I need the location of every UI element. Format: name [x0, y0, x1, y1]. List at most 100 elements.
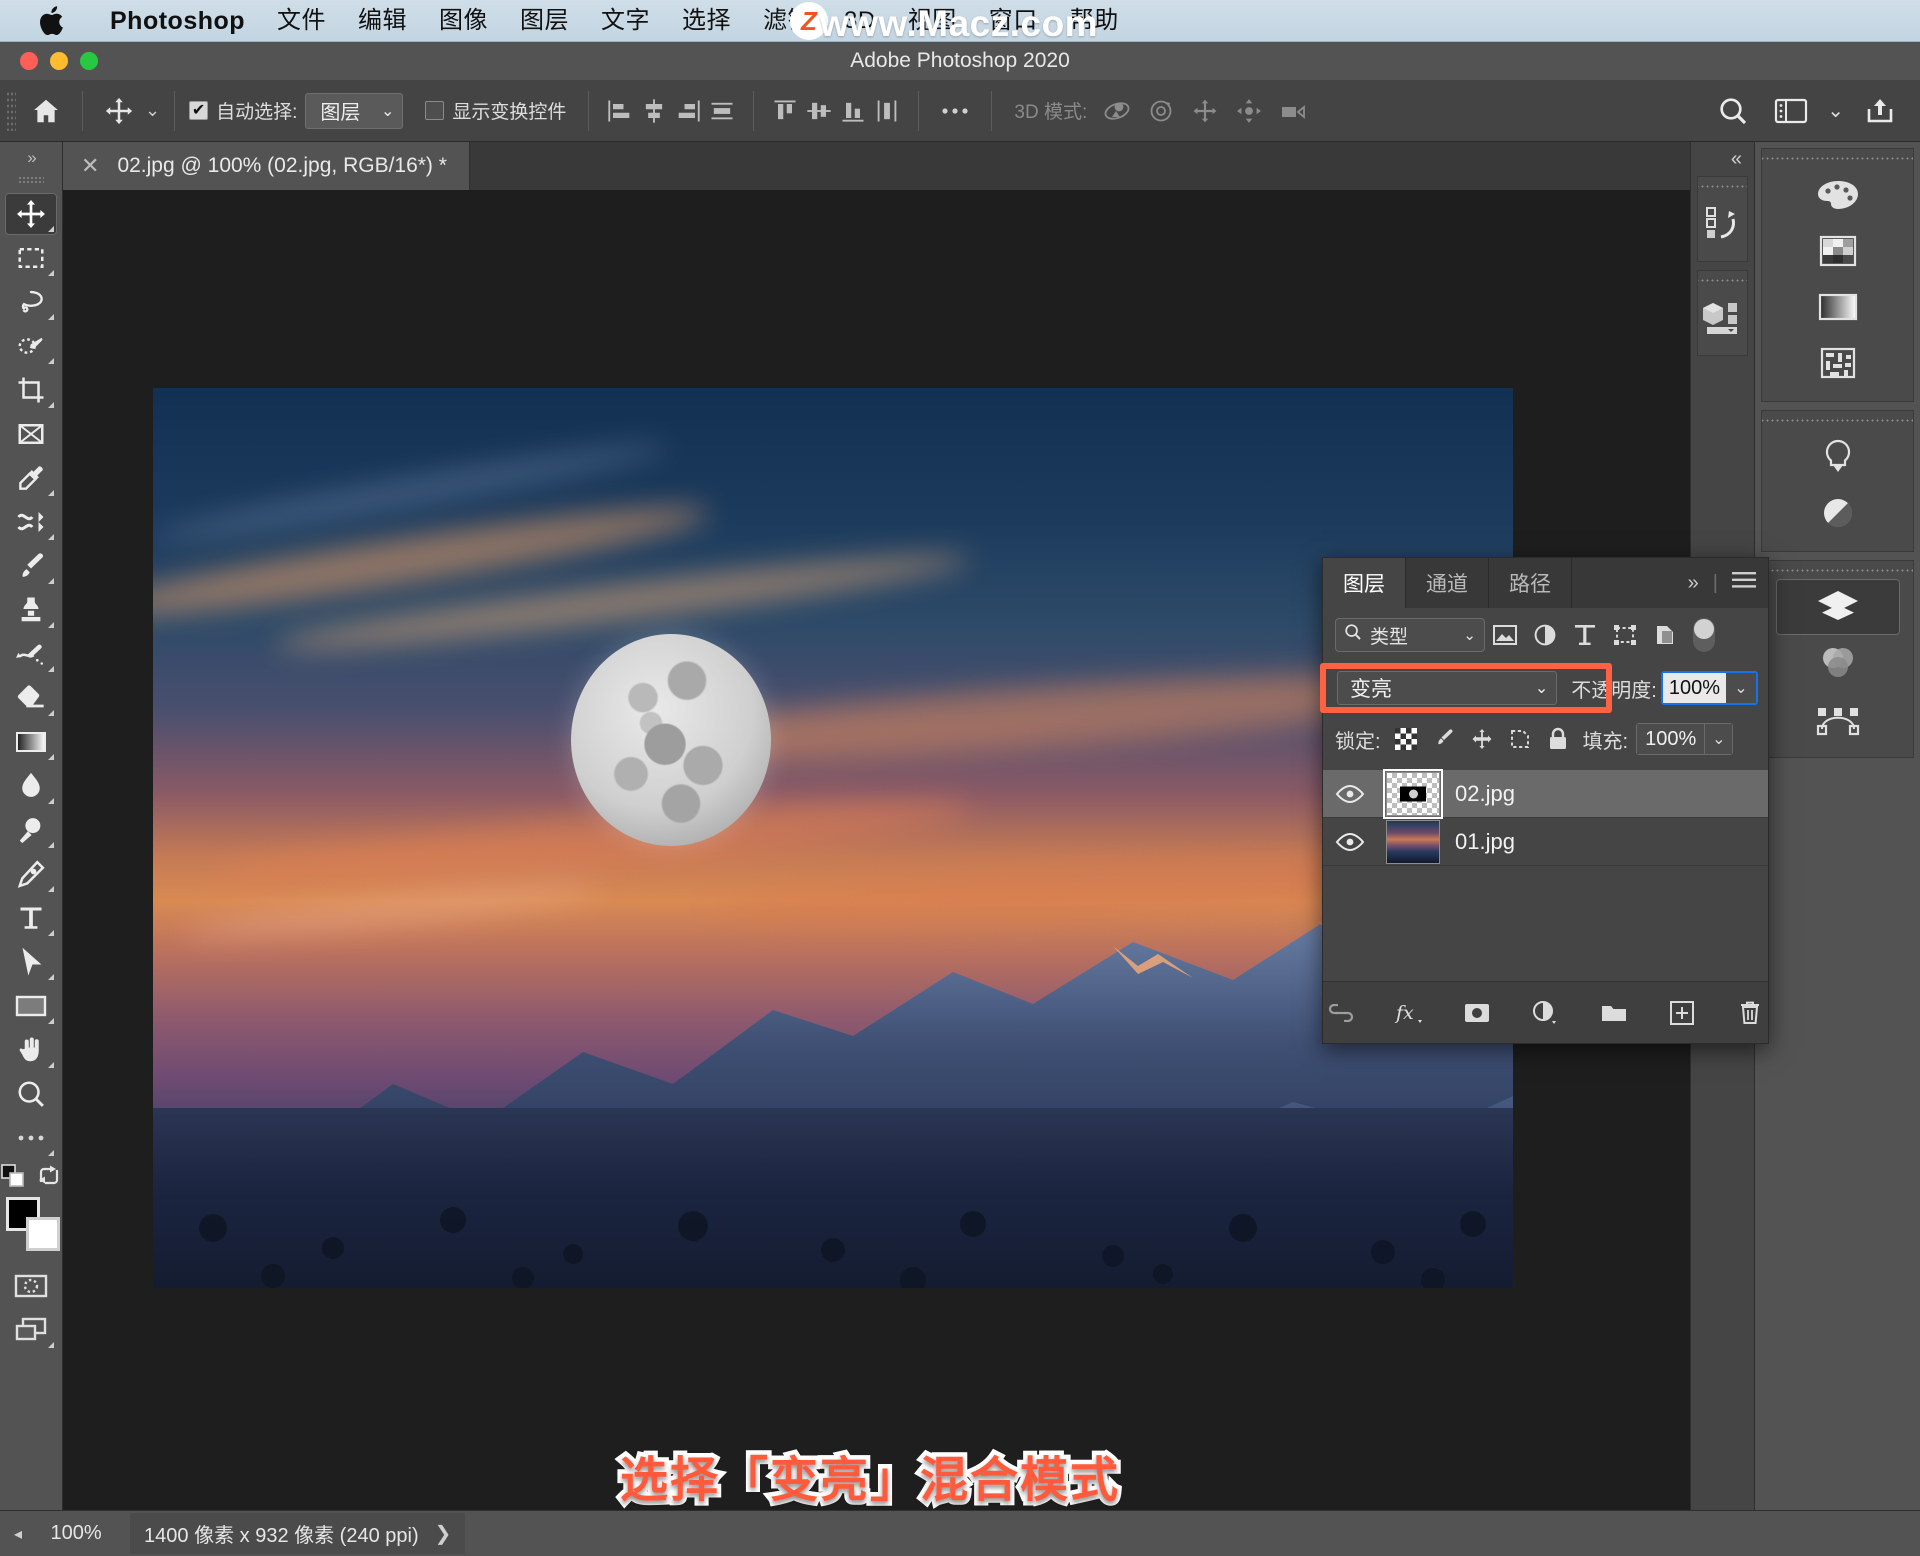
- chevron-down-icon[interactable]: ⌄: [1726, 673, 1756, 703]
- tab-channels[interactable]: 通道: [1406, 558, 1489, 608]
- layer-name[interactable]: 01.jpg: [1449, 829, 1515, 855]
- history-icon[interactable]: [1698, 195, 1747, 251]
- frame-tool[interactable]: [5, 413, 57, 455]
- marquee-tool[interactable]: [5, 237, 57, 279]
- 3d-icon[interactable]: [1698, 289, 1747, 345]
- align-middle-vertical-icon[interactable]: [802, 94, 836, 128]
- menu-item-help[interactable]: 帮助: [1054, 0, 1135, 42]
- distribute-vertical-icon[interactable]: [870, 94, 904, 128]
- crop-tool[interactable]: [5, 369, 57, 411]
- edit-toolbar[interactable]: [5, 1117, 57, 1159]
- patterns-icon[interactable]: [1762, 335, 1913, 391]
- path-selection-tool[interactable]: [5, 941, 57, 983]
- table-row[interactable]: 01.jpg: [1323, 818, 1768, 866]
- tab-paths[interactable]: 路径: [1489, 558, 1572, 608]
- new-layer-icon[interactable]: [1664, 993, 1700, 1033]
- menu-item-edit[interactable]: 编辑: [342, 0, 423, 42]
- layer-filter-type-select[interactable]: 类型 ⌄: [1335, 618, 1485, 652]
- slide-3d-icon[interactable]: [1227, 89, 1271, 133]
- delete-layer-icon[interactable]: [1732, 993, 1768, 1033]
- new-group-icon[interactable]: [1596, 993, 1632, 1033]
- layer-thumbnail[interactable]: [1377, 768, 1449, 819]
- gradient-tool[interactable]: [5, 721, 57, 763]
- shape-layer-filter-icon[interactable]: [1605, 615, 1645, 655]
- tab-layers[interactable]: 图层: [1323, 558, 1406, 608]
- auto-select-scope-select[interactable]: 图层 ⌄: [305, 92, 404, 129]
- lock-image-pixels-icon[interactable]: [1425, 722, 1463, 756]
- close-icon[interactable]: ✕: [81, 153, 99, 179]
- align-bottom-icon[interactable]: [836, 94, 870, 128]
- zoom-tool[interactable]: [5, 1073, 57, 1115]
- dodge-tool[interactable]: [5, 809, 57, 851]
- layers-icon[interactable]: [1775, 579, 1900, 635]
- status-grip-icon[interactable]: ◂: [14, 1524, 22, 1544]
- home-icon[interactable]: [24, 89, 68, 133]
- distribute-horizontal-icon[interactable]: [705, 94, 739, 128]
- rectangle-tool[interactable]: [5, 985, 57, 1027]
- chevron-down-icon[interactable]: ⌄: [1827, 98, 1844, 123]
- channels-icon[interactable]: [1762, 635, 1913, 691]
- lock-position-icon[interactable]: [1463, 722, 1501, 756]
- layer-name[interactable]: 02.jpg: [1449, 781, 1515, 807]
- smart-object-filter-icon[interactable]: [1645, 615, 1685, 655]
- hand-tool[interactable]: [5, 1029, 57, 1071]
- lock-all-icon[interactable]: [1539, 722, 1577, 756]
- layer-style-fx-icon[interactable]: fx: [1391, 993, 1427, 1033]
- expand-panel-icon[interactable]: »: [27, 148, 37, 168]
- learn-bulb-icon[interactable]: [1762, 429, 1913, 485]
- blend-mode-select[interactable]: 变亮 ⌄: [1337, 671, 1558, 705]
- dock-grip[interactable]: [1762, 149, 1913, 167]
- share-icon[interactable]: [1858, 89, 1902, 133]
- rotate-3d-icon[interactable]: [1095, 89, 1139, 133]
- quick-mask-icon[interactable]: [5, 1265, 57, 1307]
- adjustment-layer-filter-icon[interactable]: [1525, 615, 1565, 655]
- new-adjustment-layer-icon[interactable]: [1527, 993, 1563, 1033]
- opacity-field[interactable]: 100% ⌄: [1660, 671, 1758, 705]
- layer-thumbnail[interactable]: [1377, 819, 1449, 864]
- blur-tool[interactable]: [5, 765, 57, 807]
- dock-grip[interactable]: [1698, 271, 1747, 289]
- lock-artboard-icon[interactable]: [1501, 722, 1539, 756]
- lock-transparent-pixels-icon[interactable]: [1387, 722, 1425, 756]
- pan-3d-icon[interactable]: [1183, 89, 1227, 133]
- eraser-tool[interactable]: [5, 677, 57, 719]
- dock-grip[interactable]: [1698, 177, 1747, 195]
- swatches-grid-icon[interactable]: [1762, 223, 1913, 279]
- menu-item-file[interactable]: 文件: [261, 0, 342, 42]
- apple-logo-icon[interactable]: [38, 5, 64, 36]
- scale-3d-icon[interactable]: [1271, 89, 1315, 133]
- document-tab[interactable]: ✕ 02.jpg @ 100% (02.jpg, RGB/16*) *: [63, 142, 470, 190]
- dock-grip[interactable]: [1762, 561, 1913, 579]
- type-layer-filter-icon[interactable]: [1565, 615, 1605, 655]
- quick-selection-tool[interactable]: [5, 325, 57, 367]
- menu-item-3d[interactable]: 3D: [828, 0, 892, 42]
- menu-item-window[interactable]: 窗口: [973, 0, 1054, 42]
- eyedropper-tool[interactable]: [5, 457, 57, 499]
- canvas-image[interactable]: [153, 388, 1513, 1288]
- pixel-layer-filter-icon[interactable]: [1485, 615, 1525, 655]
- panel-menu-icon[interactable]: [1732, 571, 1756, 595]
- fill-field[interactable]: 100% ⌄: [1636, 723, 1734, 755]
- clone-stamp-tool[interactable]: [5, 589, 57, 631]
- color-palette-icon[interactable]: [1762, 167, 1913, 223]
- lasso-tool[interactable]: [5, 281, 57, 323]
- dock-grip[interactable]: [1762, 411, 1913, 429]
- auto-select-checkbox[interactable]: ✔: [189, 101, 209, 120]
- brush-tool[interactable]: [5, 545, 57, 587]
- tools-grip[interactable]: [18, 176, 44, 184]
- history-brush-tool[interactable]: [5, 633, 57, 675]
- default-colors-icon[interactable]: [1, 1164, 25, 1193]
- chevron-double-left-icon[interactable]: «: [1691, 142, 1754, 176]
- show-transform-checkbox[interactable]: ✔: [425, 101, 445, 120]
- more-options-icon[interactable]: [933, 89, 977, 133]
- menu-item-type[interactable]: 文字: [585, 0, 666, 42]
- chevron-right-icon[interactable]: ❯: [435, 1521, 452, 1546]
- chevron-down-icon[interactable]: ⌄: [1704, 724, 1733, 754]
- menu-item-layer[interactable]: 图层: [504, 0, 585, 42]
- align-top-icon[interactable]: [768, 94, 802, 128]
- eye-icon[interactable]: [1323, 832, 1377, 852]
- type-tool[interactable]: [5, 897, 57, 939]
- workspace-icon[interactable]: [1769, 89, 1813, 133]
- menu-item-select[interactable]: 选择: [666, 0, 747, 42]
- swap-colors-icon[interactable]: [37, 1164, 61, 1193]
